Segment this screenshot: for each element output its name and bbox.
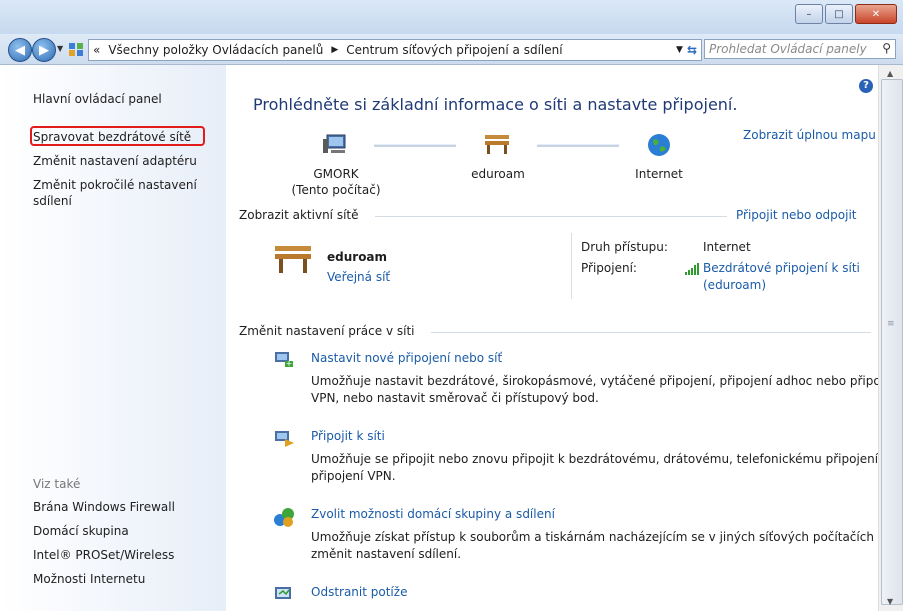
control-panel-icon (68, 41, 84, 57)
minimize-button[interactable]: – (795, 4, 823, 24)
see-also-homegroup[interactable]: Domácí skupina (33, 523, 129, 539)
active-networks-title: Zobrazit aktivní sítě (239, 208, 359, 222)
network-bench-icon (273, 243, 313, 278)
back-button[interactable]: ◀ (8, 38, 32, 62)
node-internet-name: Internet (635, 167, 683, 181)
access-type-label: Druh přístupu: (581, 240, 668, 254)
access-type-value: Internet (703, 240, 751, 254)
address-overflow-chevrons[interactable]: « (89, 43, 104, 57)
sidebar-item-advanced-sharing-cont[interactable]: sdílení (33, 193, 72, 209)
navigation-bar: ◀ ▶ ▼ « Všechny položky Ovládacích panel… (0, 34, 903, 65)
search-input[interactable]: Prohledat Ovládací panely ⚲ (704, 39, 896, 59)
map-link-line (374, 144, 456, 147)
see-also-internet-options[interactable]: Možnosti Internetu (33, 571, 145, 587)
troubleshoot-icon (273, 584, 295, 607)
connect-disconnect-link[interactable]: Připojit nebo odpojit (736, 208, 857, 222)
wireless-connection-link[interactable]: Bezdrátové připojení k síti (703, 261, 860, 275)
sidebar: Hlavní ovládací panel Spravovat bezdráto… (0, 65, 226, 611)
scroll-up-icon[interactable]: ▲ (887, 69, 893, 78)
section-rule (431, 332, 871, 333)
scroll-thumb[interactable] (881, 79, 903, 605)
change-settings-title: Změnit nastavení práce v síti (239, 324, 415, 338)
task-connect-network-desc-2: připojení VPN. (311, 469, 396, 483)
see-also-heading: Viz také (33, 477, 81, 491)
scroll-down-icon[interactable]: ▼ (887, 597, 893, 606)
search-placeholder: Prohledat Ovládací panely (709, 42, 867, 56)
map-link-line-2 (537, 144, 619, 147)
task-new-connection-link[interactable]: Nastavit nové připojení nebo síť (311, 351, 502, 365)
sidebar-item-manage-wireless[interactable]: Spravovat bezdrátové sítě (33, 129, 191, 145)
active-network-name: eduroam (327, 250, 388, 264)
breadcrumb-all-control-panel-items[interactable]: Všechny položky Ovládacích panelů (104, 43, 327, 57)
scroll-grip-icon: ≡ (887, 319, 895, 329)
breadcrumb-network-center[interactable]: Centrum síťových připojení a sdílení (342, 43, 566, 57)
task-new-connection-desc-2: VPN, nebo nastavit směrovač či přístupov… (311, 391, 599, 405)
task-homegroup-desc-2: změnit nastavení sdílení. (311, 547, 462, 561)
svg-text:+: + (286, 359, 293, 368)
full-map-link[interactable]: Zobrazit úplnou mapu (743, 128, 876, 142)
maximize-button[interactable]: □ (825, 4, 853, 24)
task-troubleshoot-link[interactable]: Odstranit potíže (311, 585, 407, 599)
search-icon[interactable]: ⚲ (882, 41, 891, 55)
section-rule (375, 216, 727, 217)
refresh-icon[interactable]: ⇆ (687, 43, 701, 57)
task-new-connection-desc: Umožňuje nastavit bezdrátové, širokopásm… (311, 374, 903, 388)
help-icon[interactable]: ? (859, 79, 873, 93)
task-homegroup-desc: Umožňuje získat přístup k souborům a tis… (311, 530, 903, 544)
connect-network-icon (273, 428, 295, 451)
new-connection-icon: + (273, 349, 295, 372)
task-connect-network-link[interactable]: Připojit k síti (311, 429, 385, 443)
see-also-proset[interactable]: Intel® PROSet/Wireless (33, 547, 174, 563)
sidebar-item-control-panel-home[interactable]: Hlavní ovládací panel (33, 91, 162, 107)
sidebar-item-adapter-settings[interactable]: Změnit nastavení adaptéru (33, 153, 197, 169)
task-homegroup-link[interactable]: Zvolit možnosti domácí skupiny a sdílení (311, 507, 555, 521)
homegroup-icon (273, 506, 295, 531)
main-content: ? Prohlédněte si základní informace o sí… (227, 65, 903, 611)
window-controls: – □ ✕ (795, 4, 897, 24)
forward-button[interactable]: ▶ (32, 38, 56, 62)
node-computer-sub: (Tento počítač) (291, 183, 381, 197)
page-title: Prohlédněte si základní informace o síti… (253, 95, 738, 114)
node-network-name: eduroam (471, 167, 525, 181)
title-bar: – □ ✕ (0, 0, 903, 35)
globe-icon (647, 133, 671, 160)
sidebar-item-advanced-sharing[interactable]: Změnit pokročilé nastavení (33, 177, 197, 193)
divider (571, 233, 572, 299)
signal-strength-icon (685, 263, 701, 275)
task-connect-network-desc: Umožňuje se připojit nebo znovu připojit… (311, 452, 892, 466)
wireless-connection-link-sub[interactable]: (eduroam) (703, 278, 766, 292)
connection-label: Připojení: (581, 261, 637, 275)
network-type-link[interactable]: Veřejná síť (327, 270, 390, 284)
breadcrumb-separator-icon[interactable]: ▶ (327, 45, 342, 55)
address-bar[interactable]: « Všechny položky Ovládacích panelů ▶ Ce… (88, 39, 702, 61)
recent-pages-dropdown-icon[interactable]: ▼ (57, 44, 63, 53)
node-computer-name: GMORK (313, 167, 359, 181)
vertical-scrollbar[interactable]: ▲ ≡ ▼ (878, 65, 903, 611)
see-also-firewall[interactable]: Brána Windows Firewall (33, 499, 175, 515)
address-dropdown-icon[interactable]: ▼ (676, 45, 687, 55)
computer-icon (321, 133, 349, 160)
bench-icon (483, 133, 511, 158)
close-button[interactable]: ✕ (855, 4, 897, 24)
